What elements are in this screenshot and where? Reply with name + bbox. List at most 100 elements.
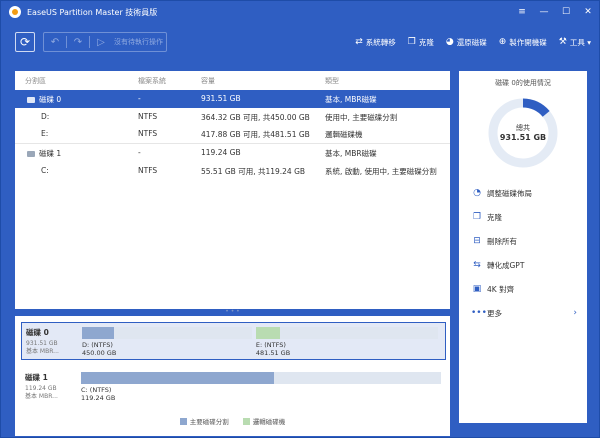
partition-table: 分割區 檔案系統 容量 類型 磁碟 0 - 931.51 GB 基本, MBR磁…	[15, 71, 450, 309]
row-type: 基本, MBR磁碟	[325, 95, 377, 104]
row-fs: -	[138, 94, 141, 103]
row-fs: -	[138, 148, 141, 157]
partition-name: D: (NTFS)	[82, 341, 113, 349]
row-fs: NTFS	[138, 112, 158, 121]
delete-icon: ⊟	[473, 236, 481, 246]
row-capacity: 119.24 GB	[201, 148, 241, 157]
align-4k-button[interactable]: ▣ 4K 對齊	[459, 277, 587, 301]
partition-size: 450.00 GB	[82, 349, 117, 357]
legend-swatch	[242, 417, 250, 425]
chevron-right-icon: ›	[573, 308, 577, 318]
convert-gpt-button[interactable]: ⇆ 轉化成GPT	[459, 253, 587, 277]
diskmap-row-disk-1[interactable]: 磁碟 1 119.24 GB 基本 MBR... C: (NTFS) 119.24…	[21, 368, 446, 406]
restore-icon: ◕	[445, 37, 454, 47]
legend-label: 邏輯磁碟機	[252, 418, 286, 426]
table-row-e[interactable]: E: NTFS 417.88 GB 可用, 共481.51 GB 邏輯磁碟機	[15, 125, 450, 143]
partition-usage-bar	[255, 327, 438, 339]
align-4k-label: 4K 對齊	[487, 284, 515, 294]
bootable-media-button[interactable]: ⊕ 製作開機碟	[499, 37, 547, 48]
row-name: D:	[41, 112, 50, 121]
refresh-button[interactable]: ⟳	[15, 32, 35, 52]
row-capacity: 364.32 GB 可用, 共450.00 GB	[201, 113, 310, 122]
tools-menu-button[interactable]: ⚒ 工具 ▾	[559, 37, 591, 48]
row-name: E:	[41, 129, 49, 138]
table-row-d[interactable]: D: NTFS 364.32 GB 可用, 共450.00 GB 使用中, 主要…	[15, 108, 450, 126]
undo-icon[interactable]: ↶	[44, 37, 66, 48]
bootable-media-icon: ⊕	[498, 37, 507, 47]
redo-icon[interactable]: ↷	[67, 37, 89, 48]
partition-usage-fill	[81, 372, 274, 384]
diskmap-disk-type: 基本 MBR...	[25, 393, 58, 400]
partition-usage-bar	[81, 372, 441, 384]
col-capacity[interactable]: 容量	[201, 76, 215, 86]
disk-usage-panel: 磁碟 0的使用情況 總共 931.51 GB ◔ 調整磁碟佈局 ❐ 克隆 ⊟ 刪除所有…	[459, 71, 587, 423]
delete-all-label: 刪除所有	[487, 236, 517, 246]
clone-disk-label: 克隆	[487, 212, 502, 222]
execute-icon[interactable]: ▷	[90, 37, 112, 48]
pending-operations-label: 沒有待執行操作	[114, 38, 163, 46]
legend-swatch	[179, 417, 187, 425]
diskmap-partition-d[interactable]: D: (NTFS) 450.00 GB	[82, 327, 252, 357]
more-label: 更多	[487, 308, 502, 318]
diskmap-disk-size: 119.24 GB	[25, 385, 57, 392]
restore-disk-label: 還原磁碟	[456, 37, 487, 47]
diskmap-partition-e[interactable]: E: (NTFS) 481.51 GB	[255, 327, 438, 357]
partition-size: 119.24 GB	[81, 394, 116, 402]
diskmap-partition-c[interactable]: C: (NTFS) 119.24 GB	[81, 372, 441, 402]
convert-gpt-label: 轉化成GPT	[487, 260, 525, 270]
window-title: EaseUS Partition Master 技術員版	[27, 7, 158, 17]
app-window: EaseUS Partition Master 技術員版 ≡ — ☐ ✕ ⟳ ↶…	[0, 0, 600, 438]
row-type: 使用中, 主要磁碟分割	[325, 113, 398, 122]
disk-map: 磁碟 0 931.51 GB 基本 MBR... D: (NTFS) 450.00…	[15, 316, 450, 436]
restore-disk-button[interactable]: ◕ 還原磁碟	[446, 37, 487, 48]
row-fs: NTFS	[138, 129, 158, 138]
donut-total-value: 931.51 GB	[499, 133, 547, 142]
panel-splitter[interactable]: • • •	[15, 309, 450, 315]
legend-primary: 主要磁碟分割	[179, 416, 229, 426]
bootable-media-label: 製作開機碟	[509, 37, 547, 47]
diskmap-disk-name: 磁碟 1	[25, 373, 48, 382]
row-type: 邏輯磁碟機	[325, 130, 363, 139]
col-type[interactable]: 類型	[325, 76, 339, 86]
disk-icon	[27, 151, 35, 157]
convert-icon: ⇆	[473, 260, 481, 270]
clone-disk-button[interactable]: ❐ 克隆	[459, 205, 587, 229]
more-button[interactable]: ••• 更多 ›	[459, 301, 587, 325]
row-name: 磁碟 1	[27, 148, 61, 159]
delete-all-button[interactable]: ⊟ 刪除所有	[459, 229, 587, 253]
table-row-disk-1[interactable]: 磁碟 1 - 119.24 GB 基本, MBR磁碟	[15, 144, 450, 162]
table-row-disk-0[interactable]: 磁碟 0 - 931.51 GB 基本, MBR磁碟	[15, 90, 450, 108]
more-icon: •••	[471, 308, 487, 318]
operation-group: ↶ ↷ ▷ 沒有待執行操作	[43, 32, 167, 52]
minimize-icon[interactable]: —	[533, 1, 555, 23]
diskmap-row-disk-0[interactable]: 磁碟 0 931.51 GB 基本 MBR... D: (NTFS) 450.00…	[21, 322, 446, 360]
diskmap-disk-label: 磁碟 1 119.24 GB 基本 MBR...	[25, 372, 75, 401]
title-bar: EaseUS Partition Master 技術員版 ≡ — ☐ ✕	[1, 1, 599, 23]
clone-label: 克隆	[418, 37, 434, 47]
migrate-os-button[interactable]: ⇄ 系統轉移	[355, 37, 396, 48]
pie-icon: ◔	[473, 188, 481, 198]
usage-title: 磁碟 0的使用情況	[495, 79, 551, 87]
diskmap-disk-size: 931.51 GB	[26, 340, 58, 347]
table-row-c[interactable]: C: NTFS 55.51 GB 可用, 共119.24 GB 系統, 啟動, …	[15, 162, 450, 180]
partition-usage-bar	[82, 327, 252, 339]
maximize-icon[interactable]: ☐	[555, 1, 577, 23]
diskmap-disk-label: 磁碟 0 931.51 GB 基本 MBR...	[26, 327, 76, 356]
align-icon: ▣	[472, 284, 482, 294]
migrate-os-label: 系統轉移	[365, 37, 396, 47]
legend-label: 主要磁碟分割	[189, 418, 229, 426]
adjust-layout-button[interactable]: ◔ 調整磁碟佈局	[459, 181, 587, 205]
legend-logical: 邏輯磁碟機	[242, 416, 286, 426]
tools-icon: ⚒	[558, 37, 567, 47]
toolbar: ⟳ ↶ ↷ ▷ 沒有待執行操作 ⇄ 系統轉移 ❐ 克隆 ◕ 還原磁碟 ⊕ 製作開…	[1, 23, 599, 65]
clone-icon: ❐	[407, 37, 416, 47]
donut-total-label: 總共	[516, 124, 530, 132]
adjust-layout-label: 調整磁碟佈局	[487, 188, 532, 198]
close-icon[interactable]: ✕	[577, 1, 599, 23]
clone-button[interactable]: ❐ 克隆	[408, 37, 434, 48]
diskmap-disk-name: 磁碟 0	[26, 328, 49, 337]
col-partition[interactable]: 分割區	[25, 76, 46, 86]
menu-icon[interactable]: ≡	[511, 1, 533, 23]
col-filesystem[interactable]: 檔案系統	[138, 76, 166, 86]
row-capacity: 55.51 GB 可用, 共119.24 GB	[201, 167, 306, 176]
